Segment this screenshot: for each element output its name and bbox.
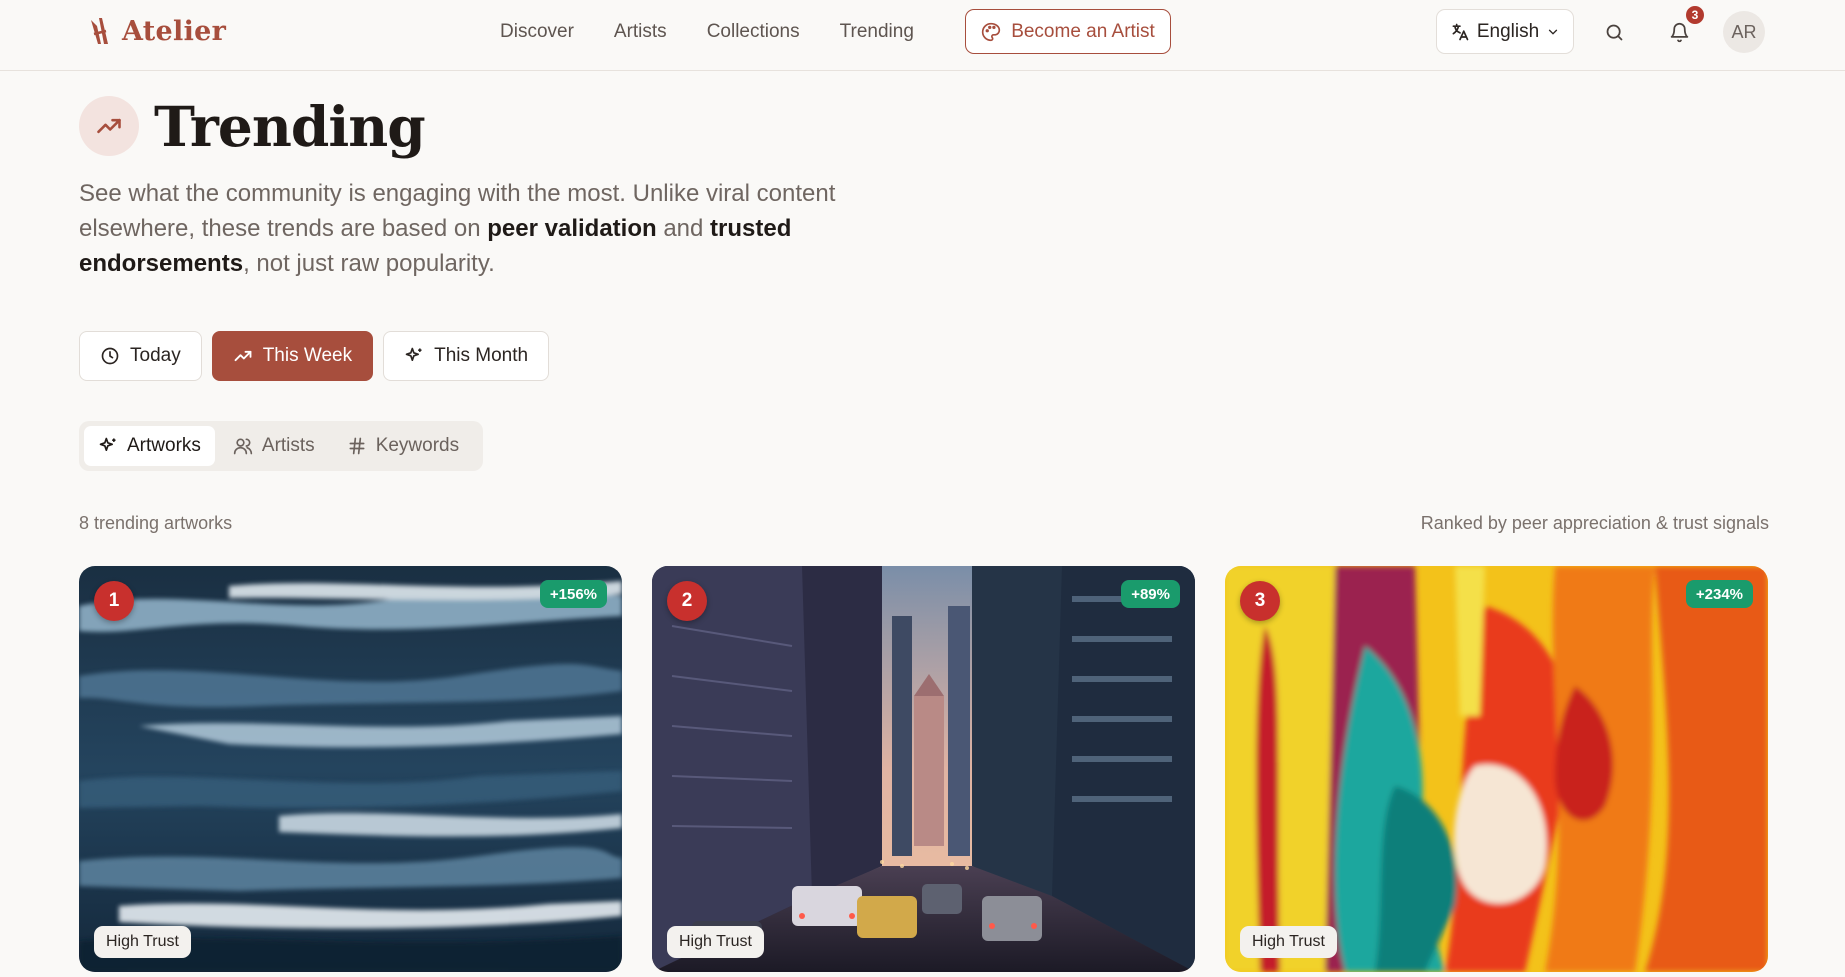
intro-bold-peer-validation: peer validation: [487, 215, 657, 242]
top-navigation-bar: Atelier Discover Artists Collections Tre…: [0, 0, 1845, 71]
growth-badge: +234%: [1685, 580, 1753, 608]
artwork-image: [1225, 566, 1768, 972]
brand-logo[interactable]: Atelier: [88, 14, 226, 48]
trust-badge: High Trust: [667, 926, 764, 958]
hash-icon: [349, 437, 365, 455]
palette-icon: [982, 22, 1001, 41]
page-title: Trending: [154, 94, 426, 159]
rank-badge: 2: [667, 581, 707, 621]
artwork-card[interactable]: 2 +89% High Trust: [652, 566, 1195, 972]
trending-up-icon: [97, 118, 121, 134]
tab-artworks-label: Artworks: [127, 435, 201, 456]
search-button[interactable]: [1598, 16, 1630, 48]
tab-artists-label: Artists: [261, 435, 315, 456]
intro-text-3: , not just raw popularity.: [243, 250, 495, 277]
ranking-note: Ranked by peer appreciation & trust sign…: [1420, 513, 1769, 533]
chevron-down-icon: [1549, 29, 1558, 35]
period-this-month-button[interactable]: This Month: [383, 331, 550, 381]
trending-count: 8 trending artworks: [79, 513, 233, 533]
period-this-week-button[interactable]: This Week: [211, 331, 374, 381]
notification-count-badge: 3: [1684, 4, 1706, 26]
content-type-tabs: Artworks Artists Keywords: [79, 421, 483, 471]
nav-trending[interactable]: Trending: [840, 20, 914, 44]
become-artist-label: Become an Artist: [1011, 20, 1155, 42]
trust-badge: High Trust: [94, 926, 191, 958]
nav-artists[interactable]: Artists: [614, 20, 667, 44]
intro-text-2: and: [656, 215, 711, 242]
brand-name: Atelier: [122, 15, 227, 47]
artwork-card[interactable]: 1 +156% High Trust: [79, 566, 622, 972]
rank-badge: 3: [1240, 581, 1280, 621]
tab-artworks[interactable]: Artworks: [84, 426, 215, 466]
trending-hero-icon: [79, 96, 139, 156]
period-filter: Today This Week This Month: [79, 331, 550, 381]
brand-logo-icon: [91, 18, 108, 44]
tab-keywords[interactable]: Keywords: [333, 426, 473, 466]
growth-badge: +156%: [539, 580, 607, 608]
growth-badge: +89%: [1121, 580, 1180, 608]
artwork-card[interactable]: 3 +234% High Trust: [1225, 566, 1768, 972]
nav-discover[interactable]: Discover: [500, 20, 574, 44]
period-today-button[interactable]: Today: [79, 331, 202, 381]
bell-icon: [1670, 22, 1688, 42]
period-today-label: Today: [130, 345, 181, 366]
artwork-image: [79, 566, 622, 972]
users-icon: [233, 438, 253, 455]
trust-badge: High Trust: [1240, 926, 1337, 958]
nav-collections[interactable]: Collections: [707, 20, 800, 44]
user-avatar[interactable]: AR: [1723, 11, 1765, 53]
tab-keywords-label: Keywords: [375, 435, 460, 456]
rank-badge: 1: [94, 581, 134, 621]
artwork-image: [652, 566, 1195, 972]
become-artist-button[interactable]: Become an Artist: [965, 9, 1171, 54]
sparkles-icon: [405, 347, 422, 361]
sparkles-icon: [99, 437, 116, 451]
period-this-week-label: This Week: [262, 345, 353, 366]
period-this-month-label: This Month: [434, 345, 529, 366]
language-label: English: [1476, 20, 1540, 42]
page-intro: See what the community is engaging with …: [79, 176, 859, 281]
trending-up-icon: [234, 350, 252, 362]
search-icon: [1606, 24, 1622, 40]
translate-icon: [1452, 23, 1469, 40]
main-nav: Discover Artists Collections Trending: [500, 20, 914, 44]
language-selector[interactable]: English: [1436, 9, 1574, 54]
clock-icon: [101, 347, 119, 365]
tab-artists[interactable]: Artists: [219, 426, 329, 466]
